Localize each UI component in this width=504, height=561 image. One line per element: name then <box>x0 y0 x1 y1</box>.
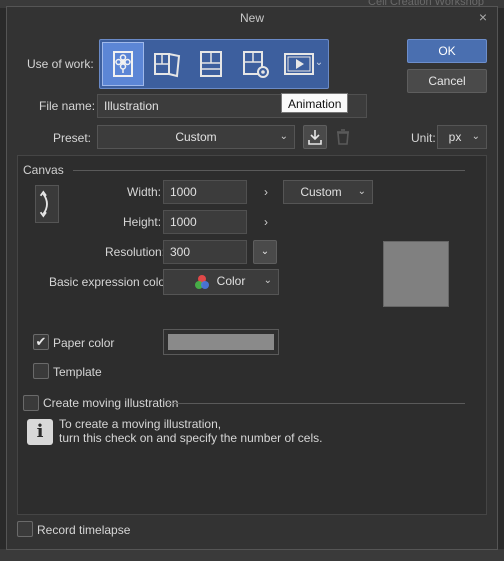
chevron-down-icon: ⌄ <box>279 131 288 142</box>
expression-color-select[interactable]: Color ⌄ <box>163 269 279 295</box>
comic-pages-icon <box>154 53 181 78</box>
width-chevron-icon[interactable]: › <box>259 183 273 201</box>
ok-button[interactable]: OK <box>407 39 487 63</box>
width-label: Width: <box>127 185 162 199</box>
moving-illustration-label: Create moving illustration <box>43 396 179 410</box>
paper-color-checkbox[interactable]: ✔ <box>33 334 49 350</box>
chevron-down-icon: ⌄ <box>263 275 272 286</box>
unit-value: px <box>448 130 462 144</box>
panel-page-icon <box>200 51 222 77</box>
template-label: Template <box>53 365 102 379</box>
moving-illustration-divider <box>167 403 465 404</box>
cancel-button[interactable]: Cancel <box>407 69 487 93</box>
delete-preset-button[interactable] <box>333 125 355 149</box>
height-input[interactable]: 1000 <box>163 210 247 234</box>
use-comic-page-option[interactable] <box>190 42 232 86</box>
page-gear-icon <box>243 51 269 78</box>
expression-color-label: Basic expression color: <box>49 275 173 289</box>
paper-color-fill <box>168 334 274 350</box>
use-of-work-label: Use of work: <box>27 57 94 71</box>
dialog-title: New <box>239 11 264 25</box>
use-all-comic-settings-option[interactable] <box>234 42 276 86</box>
moving-illustration-info-line2: turn this check on and specify the numbe… <box>59 431 323 445</box>
moving-illustration-info-line1: To create a moving illustration, <box>59 417 222 431</box>
record-timelapse-checkbox[interactable] <box>17 521 33 537</box>
save-preset-button[interactable] <box>303 125 327 149</box>
flower-page-icon <box>113 51 133 77</box>
template-checkbox[interactable] <box>33 363 49 379</box>
height-chevron-icon[interactable]: › <box>259 213 273 231</box>
color-circles-icon <box>195 275 209 289</box>
preset-label: Preset: <box>53 131 92 145</box>
moving-illustration-checkbox[interactable] <box>23 395 39 411</box>
save-preset-icon <box>308 130 322 145</box>
chevron-down-icon: ⌄ <box>471 131 480 142</box>
new-dialog: New × Use of work: ⌄ OK Cancel File name… <box>6 6 498 550</box>
animation-tooltip: Animation <box>281 93 349 113</box>
paper-color-swatch[interactable] <box>163 329 279 355</box>
unit-label: Unit: <box>411 131 436 145</box>
canvas-preview <box>383 241 449 307</box>
paper-color-label: Paper color <box>53 336 115 350</box>
canvas-divider <box>73 170 465 171</box>
record-timelapse-label: Record timelapse <box>37 523 131 537</box>
close-icon[interactable]: × <box>475 9 491 25</box>
preset-value: Custom <box>175 130 217 144</box>
chevron-down-icon: ⌄ <box>357 186 366 197</box>
expression-color-value: Color <box>216 274 246 288</box>
film-play-icon <box>284 53 314 75</box>
file-name-label: File name: <box>39 99 96 113</box>
swap-size-button[interactable] <box>35 185 59 223</box>
resolution-input[interactable]: 300 <box>163 240 247 264</box>
canvas-section-title: Canvas <box>23 163 64 177</box>
use-comic-option[interactable] <box>146 42 188 86</box>
size-preset-value: Custom <box>300 185 342 199</box>
resolution-dropdown-button[interactable]: ⌄ <box>253 240 277 264</box>
trash-icon <box>337 129 349 145</box>
background-app-bottom <box>0 549 504 561</box>
width-input[interactable]: 1000 <box>163 180 247 204</box>
unit-select[interactable]: px ⌄ <box>437 125 487 149</box>
resolution-label: Resolution: <box>105 245 166 259</box>
height-label: Height: <box>123 215 162 229</box>
swap-arrows-icon <box>39 190 48 218</box>
preset-select[interactable]: Custom ⌄ <box>97 125 295 149</box>
use-of-work-selector: ⌄ <box>99 39 329 89</box>
info-icon: i <box>27 419 53 445</box>
size-preset-select[interactable]: Custom ⌄ <box>283 180 373 204</box>
use-illustration-option[interactable] <box>102 42 144 86</box>
use-of-work-dropdown-icon[interactable]: ⌄ <box>312 54 326 72</box>
